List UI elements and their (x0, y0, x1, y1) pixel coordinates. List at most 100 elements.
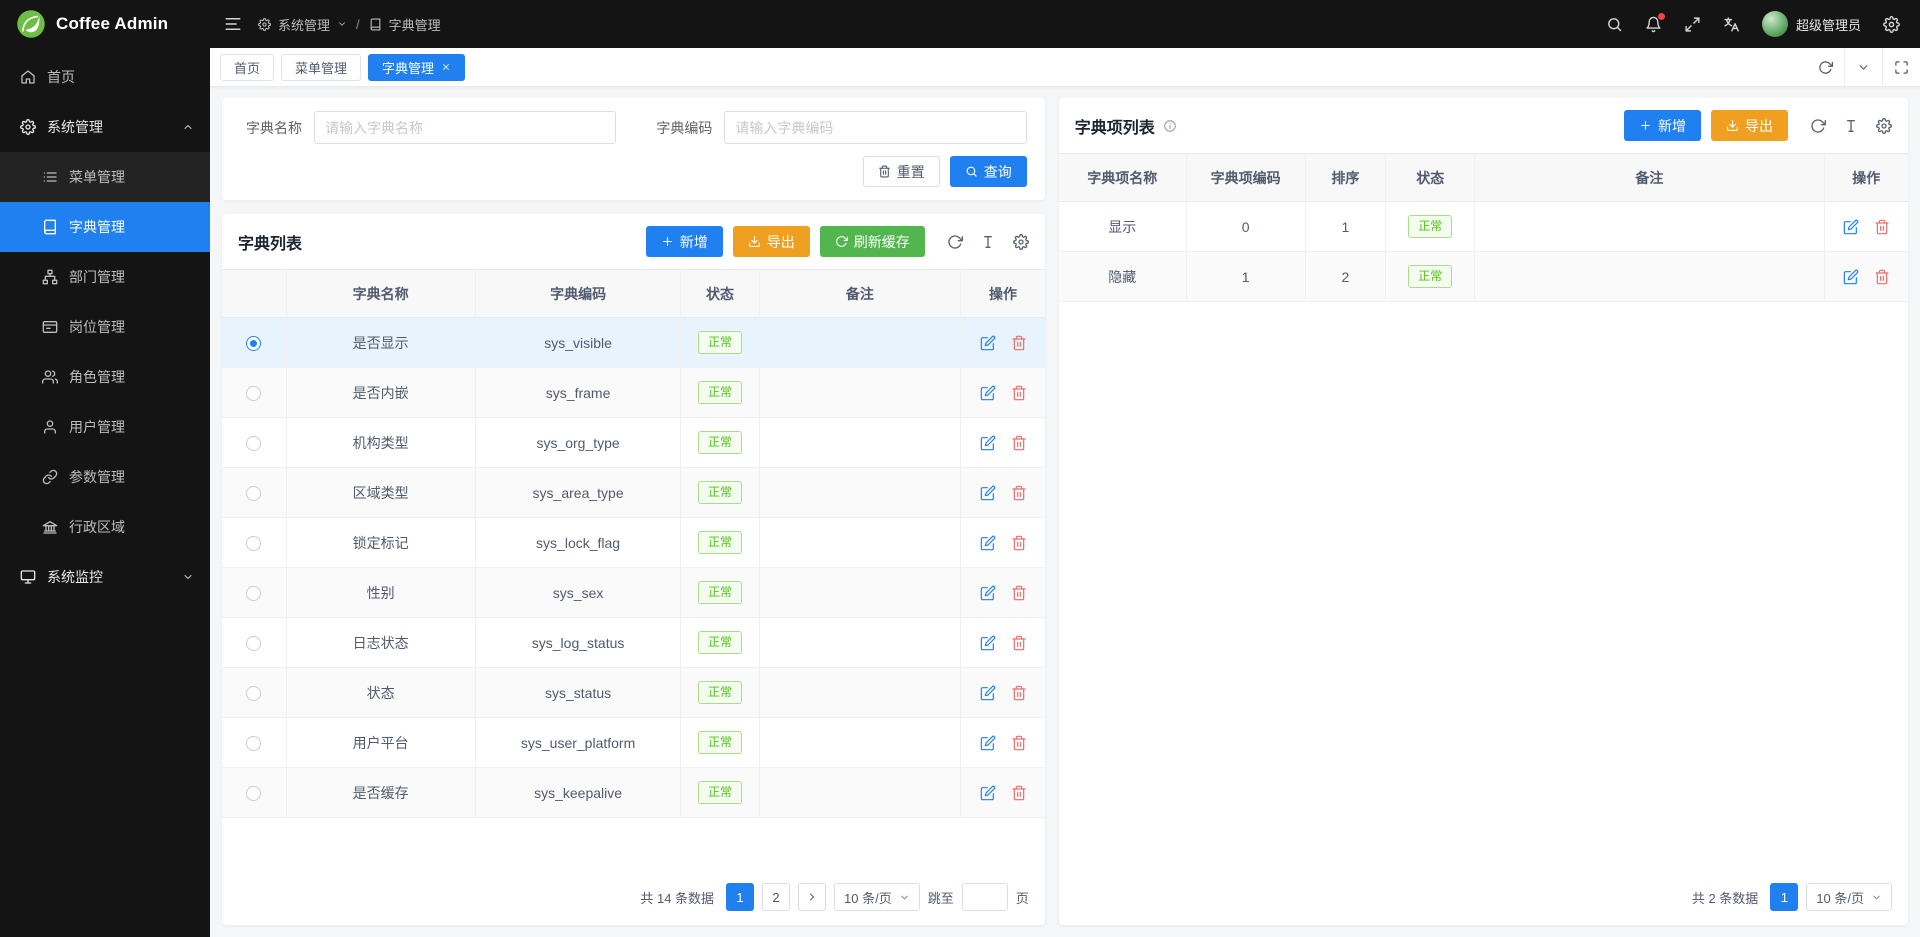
tab-home[interactable]: 首页 (220, 54, 274, 81)
page-size-select[interactable]: 10 条/页 (834, 883, 920, 911)
delete-icon[interactable] (1011, 485, 1027, 501)
sidebar-item-dict-mgmt[interactable]: 字典管理 (0, 202, 210, 252)
notification-dot (1658, 13, 1665, 20)
breadcrumb-item-system[interactable]: 系统管理 (278, 15, 330, 34)
table-row[interactable]: 是否内嵌 sys_frame 正常 (222, 368, 1045, 418)
page-button-1[interactable]: 1 (726, 883, 754, 911)
next-page-button[interactable] (798, 883, 826, 911)
row-radio[interactable] (246, 586, 261, 601)
refresh-cache-button[interactable]: 刷新缓存 (820, 226, 925, 257)
row-radio[interactable] (246, 386, 261, 401)
column-settings-icon[interactable] (1013, 234, 1029, 250)
dict-code-input[interactable] (724, 111, 1026, 144)
edit-icon[interactable] (980, 685, 996, 701)
font-size-icon[interactable] (1843, 118, 1859, 134)
tab-dict-mgmt[interactable]: 字典管理 (368, 54, 465, 81)
table-row[interactable]: 日志状态 sys_log_status 正常 (222, 618, 1045, 668)
table-row[interactable]: 机构类型 sys_org_type 正常 (222, 418, 1045, 468)
status-badge: 正常 (698, 681, 742, 704)
row-radio[interactable] (246, 436, 261, 451)
query-button[interactable]: 查询 (950, 156, 1027, 187)
sidebar-item-param-mgmt[interactable]: 参数管理 (0, 452, 210, 502)
table-row[interactable]: 是否缓存 sys_keepalive 正常 (222, 768, 1045, 818)
close-icon[interactable] (441, 62, 451, 72)
add-dict-button[interactable]: 新增 (646, 226, 723, 257)
table-row[interactable]: 锁定标记 sys_lock_flag 正常 (222, 518, 1045, 568)
refresh-icon[interactable] (947, 234, 963, 250)
edit-icon[interactable] (980, 735, 996, 751)
column-settings-icon[interactable] (1876, 118, 1892, 134)
delete-icon[interactable] (1011, 585, 1027, 601)
row-radio[interactable] (246, 336, 261, 351)
user-menu[interactable]: 超级管理员 (1762, 11, 1861, 37)
notification-bell[interactable] (1645, 16, 1662, 33)
page-button-2[interactable]: 2 (762, 883, 790, 911)
add-dict-item-button[interactable]: 新增 (1624, 110, 1701, 141)
refresh-icon[interactable] (1810, 118, 1826, 134)
edit-icon[interactable] (980, 585, 996, 601)
delete-icon[interactable] (1011, 535, 1027, 551)
search-icon[interactable] (1606, 16, 1623, 33)
sidebar-item-dept-mgmt[interactable]: 部门管理 (0, 252, 210, 302)
edit-icon[interactable] (980, 635, 996, 651)
table-row[interactable]: 区域类型 sys_area_type 正常 (222, 468, 1045, 518)
delete-icon[interactable] (1874, 219, 1890, 235)
page-size-select[interactable]: 10 条/页 (1806, 883, 1892, 911)
delete-icon[interactable] (1011, 785, 1027, 801)
table-row[interactable]: 用户平台 sys_user_platform 正常 (222, 718, 1045, 768)
sidebar-item-post-mgmt[interactable]: 岗位管理 (0, 302, 210, 352)
sidebar-item-system-mgmt[interactable]: 系统管理 (0, 102, 210, 152)
delete-icon[interactable] (1011, 735, 1027, 751)
table-row[interactable]: 是否显示 sys_visible 正常 (222, 318, 1045, 368)
sidebar-item-user-mgmt[interactable]: 用户管理 (0, 402, 210, 452)
breadcrumb-item-dict[interactable]: 字典管理 (389, 15, 441, 34)
table-row[interactable]: 性别 sys_sex 正常 (222, 568, 1045, 618)
edit-icon[interactable] (1843, 269, 1859, 285)
dict-name-input[interactable] (314, 111, 616, 144)
edit-icon[interactable] (1843, 219, 1859, 235)
sidebar-item-system-monitor[interactable]: 系统监控 (0, 552, 210, 602)
row-radio[interactable] (246, 736, 261, 751)
fullscreen-icon[interactable] (1684, 16, 1701, 33)
delete-icon[interactable] (1011, 685, 1027, 701)
row-radio[interactable] (246, 786, 261, 801)
app-logo[interactable]: Coffee Admin (0, 0, 210, 48)
edit-icon[interactable] (980, 385, 996, 401)
translate-icon[interactable] (1723, 16, 1740, 33)
edit-icon[interactable] (980, 435, 996, 451)
sidebar-collapse-icon[interactable] (224, 15, 242, 33)
row-radio[interactable] (246, 486, 261, 501)
jump-page-input[interactable] (962, 883, 1008, 911)
table-row[interactable]: 显示 0 1 正常 (1059, 202, 1908, 252)
page-button-1[interactable]: 1 (1770, 883, 1798, 911)
sidebar-item-region[interactable]: 行政区域 (0, 502, 210, 552)
row-radio[interactable] (246, 636, 261, 651)
avatar (1762, 11, 1788, 37)
edit-icon[interactable] (980, 335, 996, 351)
tab-menu-mgmt[interactable]: 菜单管理 (281, 54, 361, 81)
sidebar-item-role-mgmt[interactable]: 角色管理 (0, 352, 210, 402)
row-radio[interactable] (246, 536, 261, 551)
tab-options-button[interactable] (1844, 48, 1882, 86)
delete-icon[interactable] (1874, 269, 1890, 285)
font-size-icon[interactable] (980, 234, 996, 250)
refresh-page-button[interactable] (1806, 48, 1844, 86)
delete-icon[interactable] (1011, 385, 1027, 401)
sidebar-item-home[interactable]: 首页 (0, 52, 210, 102)
export-dict-button[interactable]: 导出 (733, 226, 810, 257)
edit-icon[interactable] (980, 535, 996, 551)
delete-icon[interactable] (1011, 335, 1027, 351)
info-icon[interactable] (1163, 119, 1177, 133)
table-row[interactable]: 隐藏 1 2 正常 (1059, 252, 1908, 302)
table-row[interactable]: 状态 sys_status 正常 (222, 668, 1045, 718)
edit-icon[interactable] (980, 485, 996, 501)
delete-icon[interactable] (1011, 435, 1027, 451)
settings-icon[interactable] (1883, 16, 1900, 33)
content-fullscreen-button[interactable] (1882, 48, 1920, 86)
export-dict-items-button[interactable]: 导出 (1711, 110, 1788, 141)
reset-button[interactable]: 重置 (863, 156, 940, 187)
row-radio[interactable] (246, 686, 261, 701)
delete-icon[interactable] (1011, 635, 1027, 651)
sidebar-item-menu-mgmt[interactable]: 菜单管理 (0, 152, 210, 202)
edit-icon[interactable] (980, 785, 996, 801)
